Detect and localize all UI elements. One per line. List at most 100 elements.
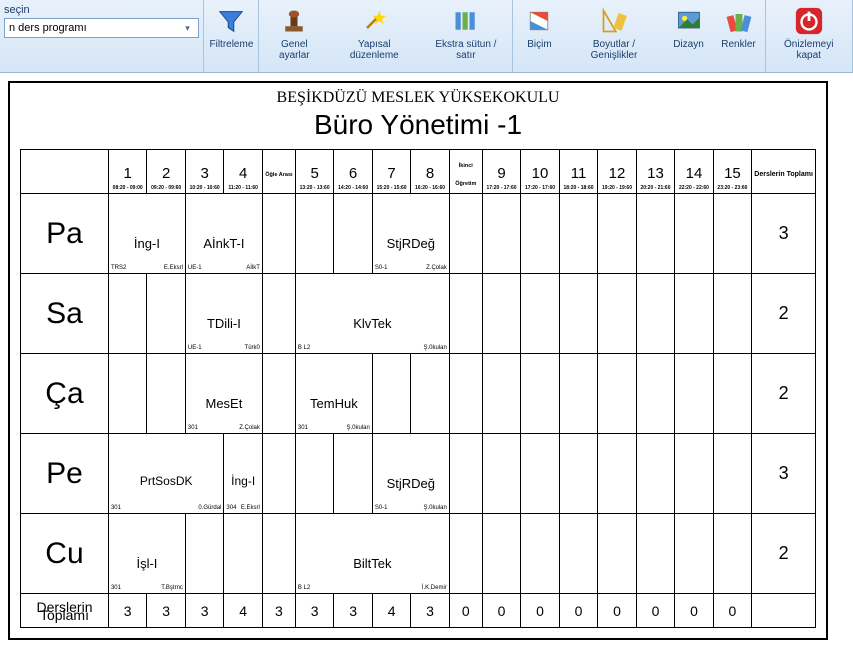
break-header: İkinci Öğretim: [449, 150, 482, 194]
col-total: 0: [598, 594, 636, 628]
lesson-cell[interactable]: TDili-I UE-1 Türk0: [185, 274, 262, 354]
close-preview-button[interactable]: Önizlemeyi kapat: [767, 2, 851, 70]
col-total: 3: [147, 594, 185, 628]
funnel-icon: [215, 5, 247, 37]
period-header: 1219:20 - 19:60: [598, 150, 636, 194]
footer-row: Derslerin Toplamı 3 3 3 4 3 3 3 4 3 0 0 …: [21, 594, 816, 628]
schedule-table: 108:20 - 09:00 209:20 - 09:60 310:20 - 1…: [20, 149, 816, 628]
col-total: 3: [334, 594, 372, 628]
filter-label: Filtreleme: [209, 39, 253, 50]
lesson-cell[interactable]: TemHuk 301 Ş.0kulan: [295, 354, 372, 434]
colors-label: Renkler: [721, 39, 755, 50]
period-header: 816:20 - 16:60: [411, 150, 449, 194]
period-header: 209:20 - 09:60: [147, 150, 185, 194]
lesson-cell[interactable]: İng-I TRS2 E.Eksrl: [108, 194, 185, 274]
lesson-cell[interactable]: PrtSosDK 301 0.Gürdal: [108, 434, 223, 514]
lesson-cell[interactable]: İşl-I 301 T.Bştrnc: [108, 514, 185, 594]
lesson-cell[interactable]: AİnkT-I UE-1 AİlkT: [185, 194, 262, 274]
lesson-cell[interactable]: StjRDeğ S0-1 Ş.0kulan: [372, 434, 449, 514]
empty-cell: [262, 194, 295, 274]
col-total: 0: [675, 594, 713, 628]
dropdown-value: n ders programı: [9, 22, 87, 34]
corner-cell: [21, 150, 109, 194]
period-header: 1523:20 - 23:60: [713, 150, 751, 194]
row-total: 2: [752, 514, 816, 594]
col-total: 0: [482, 594, 520, 628]
day-label: Pe: [21, 434, 109, 514]
lesson-cell[interactable]: StjRDeğ S0-1 Z.Çolak: [372, 194, 449, 274]
row-total: 3: [752, 194, 816, 274]
lesson-cell[interactable]: KlvTek B L2 Ş.0kulan: [295, 274, 449, 354]
colors-button[interactable]: Renkler: [714, 2, 764, 70]
filter-button[interactable]: Filtreleme: [205, 2, 257, 70]
preview-area: BEŞİKDÜZÜ MESLEK YÜKSEKOKULU Büro Yöneti…: [0, 73, 853, 660]
schedule-dropdown[interactable]: n ders programı ▾: [4, 18, 199, 38]
schedule-page: BEŞİKDÜZÜ MESLEK YÜKSEKOKULU Büro Yöneti…: [8, 81, 828, 640]
period-header: 513:20 - 13:60: [295, 150, 333, 194]
group-filter: Filtreleme: [204, 0, 259, 72]
col-total: 4: [224, 594, 262, 628]
day-row-cu: Cu İşl-I 301 T.Bştrnc BiltTek B L2 İ.K.D…: [21, 514, 816, 594]
period-header: 1017:20 - 17:60: [521, 150, 559, 194]
col-total: 0: [559, 594, 597, 628]
format-button[interactable]: Biçim: [514, 2, 564, 70]
columns-icon: [450, 5, 482, 37]
period-header: 917:20 - 17:60: [482, 150, 520, 194]
lesson-cell[interactable]: MesEt 301 Z.Çolak: [185, 354, 262, 434]
col-total: 3: [262, 594, 295, 628]
period-header: 614:20 - 14:60: [334, 150, 372, 194]
empty-cell: [752, 594, 816, 628]
col-total: 0: [521, 594, 559, 628]
day-label: Sa: [21, 274, 109, 354]
wand-icon: [358, 5, 390, 37]
period-header: 715:20 - 15:60: [372, 150, 410, 194]
day-label: Pa: [21, 194, 109, 274]
empty-cell: [449, 194, 482, 274]
school-title: BEŞİKDÜZÜ MESLEK YÜKSEKOKULU: [20, 89, 816, 107]
lesson-cell[interactable]: İng-I 304 E.Eksrl: [224, 434, 262, 514]
extra-col-row-button[interactable]: Ekstra sütun / satır: [420, 2, 511, 70]
design-button[interactable]: Dizayn: [664, 2, 714, 70]
period-header: 1422:20 - 22:60: [675, 150, 713, 194]
period-header: 1118:20 - 18:60: [559, 150, 597, 194]
period-header: 310:20 - 10:60: [185, 150, 223, 194]
col-total: 0: [713, 594, 751, 628]
group-format: Biçim Boyutlar / Genişlikler Dizayn Renk…: [513, 0, 765, 72]
format-icon: [523, 5, 555, 37]
design-label: Dizayn: [673, 39, 704, 50]
day-row-ca: Ça MesEt 301 Z.Çolak TemHuk 301 Ş.0kulan…: [21, 354, 816, 434]
col-total: 0: [636, 594, 674, 628]
col-total: 0: [449, 594, 482, 628]
picture-icon: [673, 5, 705, 37]
ruler-icon: [598, 5, 630, 37]
department-title: Büro Yönetimi -1: [20, 109, 816, 141]
col-total: 3: [108, 594, 146, 628]
header-row: 108:20 - 09:00 209:20 - 09:60 310:20 - 1…: [21, 150, 816, 194]
sizes-label: Boyutlar / Genişlikler: [568, 39, 659, 61]
structural-edit-button[interactable]: Yapısal düzenleme: [328, 2, 420, 70]
day-label: Ça: [21, 354, 109, 434]
lesson-cell[interactable]: BiltTek B L2 İ.K.Demir: [295, 514, 449, 594]
break-header: Öğle Arası: [262, 150, 295, 194]
left-panel: seçin n ders programı ▾: [0, 0, 204, 72]
select-label: seçin: [4, 4, 199, 16]
total-header: Derslerin Toplamı: [752, 150, 816, 194]
day-row-pa: Pa İng-I TRS2 E.Eksrl AİnkT-I UE-1 AİlkT…: [21, 194, 816, 274]
structural-label: Yapısal düzenleme: [332, 39, 416, 61]
col-total: 4: [372, 594, 410, 628]
row-total: 3: [752, 434, 816, 514]
general-label: Genel ayarlar: [264, 39, 324, 61]
empty-cell: [295, 194, 333, 274]
day-row-sa: Sa TDili-I UE-1 Türk0 KlvTek B L2 Ş.0kul…: [21, 274, 816, 354]
swatches-icon: [723, 5, 755, 37]
stamp-icon: [278, 5, 310, 37]
col-total: 3: [295, 594, 333, 628]
period-header: 411:20 - 11:60: [224, 150, 262, 194]
ribbon-toolbar: seçin n ders programı ▾ Filtreleme Genel…: [0, 0, 853, 73]
chevron-down-icon: ▾: [180, 21, 194, 35]
period-header: 108:20 - 09:00: [108, 150, 146, 194]
extra-label: Ekstra sütun / satır: [424, 39, 507, 61]
general-settings-button[interactable]: Genel ayarlar: [260, 2, 328, 70]
group-settings: Genel ayarlar Yapısal düzenleme Ekstra s…: [259, 0, 513, 72]
sizes-button[interactable]: Boyutlar / Genişlikler: [564, 2, 663, 70]
